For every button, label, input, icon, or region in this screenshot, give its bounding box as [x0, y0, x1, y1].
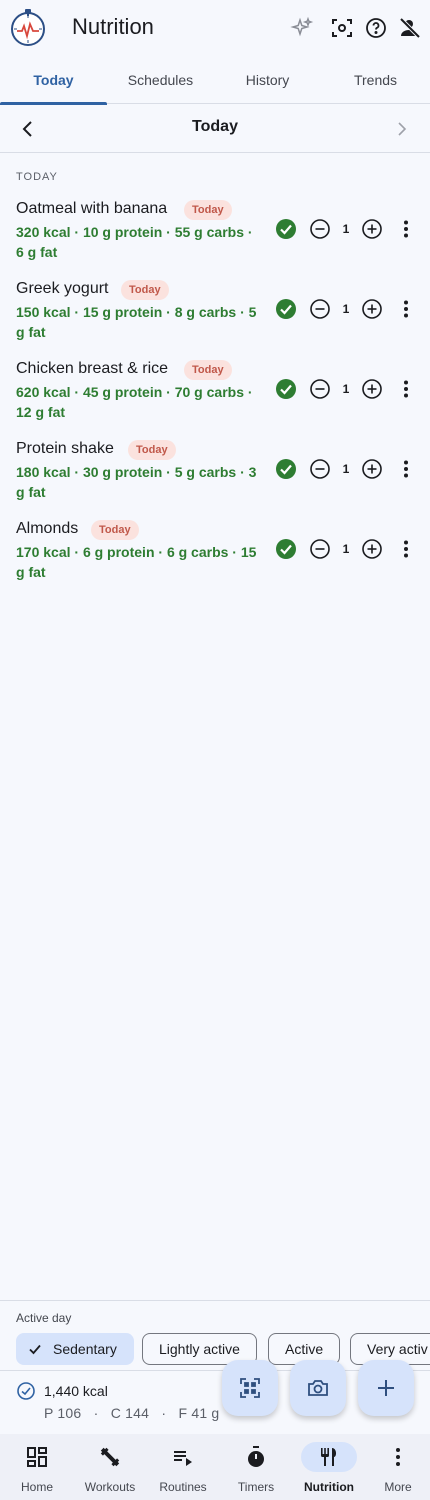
activity-panel: Active day Sedentary Lightly active Acti…: [0, 1300, 430, 1370]
today-badge: Today: [91, 520, 139, 540]
nav-workouts[interactable]: Workouts: [74, 1434, 146, 1500]
chip-sedentary[interactable]: Sedentary: [16, 1333, 134, 1365]
playlist-icon: [174, 1451, 192, 1466]
day-title: Today: [192, 118, 238, 135]
plus-circle-icon[interactable]: [361, 378, 383, 400]
check-icon: [29, 1344, 41, 1355]
nav-label: Workouts: [84, 1480, 136, 1494]
meal-row[interactable]: Almonds Today 170 kcal · 6 g protein · 6…: [0, 520, 430, 600]
tab-schedules[interactable]: Schedules: [107, 62, 214, 104]
check-circle-icon: [17, 1382, 35, 1400]
bottom-navigation: Home Workouts Routines Timers Nutrition …: [0, 1434, 430, 1500]
more-vertical-icon[interactable]: [395, 538, 417, 560]
scan-barcode-button[interactable]: [222, 1360, 278, 1416]
tab-trends[interactable]: Trends: [322, 62, 429, 104]
more-vertical-icon[interactable]: [395, 298, 417, 320]
nav-label: Home: [20, 1480, 53, 1494]
check-circle-filled-icon[interactable]: [275, 218, 297, 240]
more-vertical-icon: [396, 1448, 400, 1466]
chevron-right-icon[interactable]: [390, 117, 414, 141]
today-badge: Today: [128, 440, 176, 460]
meal-macros: 180 kcal · 30 g protein · 5 g carbs · 3 …: [16, 464, 257, 500]
dashboard-icon: [27, 1447, 47, 1467]
tab-history[interactable]: History: [214, 62, 321, 104]
meal-name: Chicken breast & rice: [16, 360, 169, 377]
minus-circle-icon[interactable]: [309, 458, 331, 480]
meal-name: Protein shake: [16, 440, 114, 457]
today-badge: Today: [184, 360, 232, 380]
nav-home[interactable]: Home: [1, 1434, 73, 1500]
scan-icon[interactable]: [330, 16, 354, 40]
meal-name: Greek yogurt: [16, 280, 109, 297]
meal-row[interactable]: Greek yogurt Today 150 kcal · 15 g prote…: [0, 280, 430, 360]
photo-log-button[interactable]: [290, 1360, 346, 1416]
plus-circle-icon[interactable]: [361, 538, 383, 560]
today-badge: Today: [184, 200, 232, 220]
meal-macros: 320 kcal · 10 g protein · 55 g carbs · 6…: [16, 224, 253, 260]
stopwatch-icon: [248, 1446, 264, 1467]
meal-row[interactable]: Chicken breast & rice Today 620 kcal · 4…: [0, 360, 430, 440]
minus-circle-icon[interactable]: [309, 538, 331, 560]
minus-circle-icon[interactable]: [309, 298, 331, 320]
more-vertical-icon[interactable]: [395, 218, 417, 240]
more-vertical-icon[interactable]: [395, 458, 417, 480]
nav-label: More: [384, 1480, 412, 1494]
tab-today[interactable]: Today: [0, 62, 107, 105]
help-icon[interactable]: [364, 16, 388, 40]
camera-icon: [308, 1380, 328, 1396]
quantity-value: 1: [342, 382, 350, 396]
plus-circle-icon[interactable]: [361, 298, 383, 320]
meal-row[interactable]: Oatmeal with banana Today 320 kcal · 10 …: [0, 200, 430, 280]
tab-bar: Today Schedules History Trends: [0, 62, 430, 105]
nav-more[interactable]: More: [362, 1434, 430, 1500]
meal-row[interactable]: Protein shake Today 180 kcal · 30 g prot…: [0, 440, 430, 520]
total-macros: P 106 · C 144 · F 41 g: [44, 1405, 220, 1421]
quantity-value: 1: [342, 542, 350, 556]
quantity-value: 1: [342, 462, 350, 476]
activity-label: Active day: [16, 1311, 72, 1325]
check-circle-filled-icon[interactable]: [275, 298, 297, 320]
plus-circle-icon[interactable]: [361, 218, 383, 240]
check-circle-filled-icon[interactable]: [275, 378, 297, 400]
add-food-button[interactable]: [358, 1360, 414, 1416]
nav-label: Routines: [159, 1480, 207, 1494]
nav-label: Timers: [237, 1480, 275, 1494]
section-label: TODAY: [16, 171, 58, 183]
more-vertical-icon[interactable]: [395, 378, 417, 400]
meal-macros: 170 kcal · 6 g protein · 6 g carbs · 15 …: [16, 544, 257, 580]
meal-macros: 620 kcal · 45 g protein · 70 g carbs · 1…: [16, 384, 253, 420]
cutlery-icon: [321, 1448, 337, 1466]
meal-macros: 150 kcal · 15 g protein · 8 g carbs · 5 …: [16, 304, 257, 340]
dumbbell-icon: [100, 1447, 120, 1467]
today-badge: Today: [121, 280, 169, 300]
quantity-value: 1: [342, 302, 350, 316]
sparkle-icon[interactable]: [290, 16, 314, 40]
app-logo-icon: [11, 9, 45, 46]
meal-name: Oatmeal with banana: [16, 200, 168, 217]
check-circle-filled-icon[interactable]: [275, 458, 297, 480]
nav-label: Nutrition: [304, 1480, 354, 1494]
check-circle-filled-icon[interactable]: [275, 538, 297, 560]
person-off-icon[interactable]: [398, 16, 422, 40]
total-calories: 1,440 kcal: [44, 1383, 108, 1399]
nav-timers[interactable]: Timers: [220, 1434, 292, 1500]
nav-nutrition[interactable]: Nutrition: [293, 1434, 365, 1500]
quantity-value: 1: [342, 222, 350, 236]
minus-circle-icon[interactable]: [309, 218, 331, 240]
add-icon: [378, 1380, 394, 1396]
qr-scan-icon: [240, 1378, 260, 1398]
meal-name: Almonds: [16, 520, 79, 537]
top-app-bar: Nutrition: [0, 0, 430, 56]
page-title: Nutrition: [72, 14, 154, 39]
minus-circle-icon[interactable]: [309, 378, 331, 400]
plus-circle-icon[interactable]: [361, 458, 383, 480]
nav-routines[interactable]: Routines: [147, 1434, 219, 1500]
day-navigator: Today: [0, 104, 430, 153]
